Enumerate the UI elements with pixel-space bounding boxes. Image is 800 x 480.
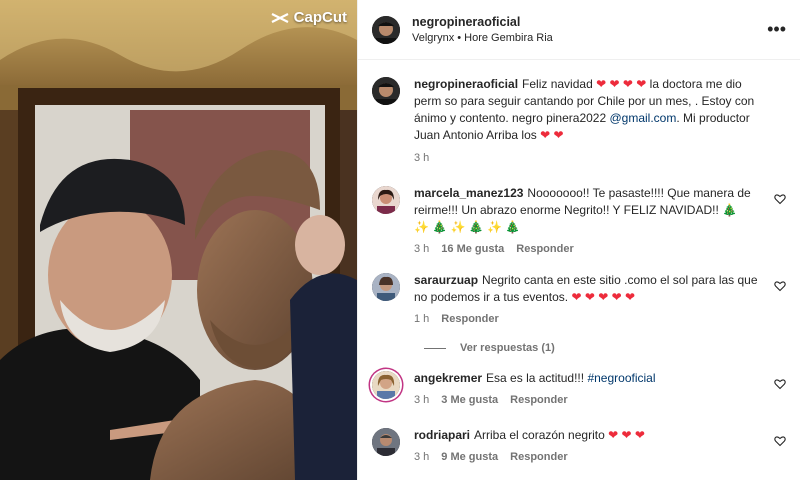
comment: marcela_manez123 Nooooooo!! Te pasaste!!!… bbox=[372, 185, 786, 258]
instagram-post: CapCut negropineraoficial Velgrynx • Hor… bbox=[0, 0, 800, 480]
heart-outline-icon[interactable] bbox=[774, 378, 786, 390]
comment-emojis: ✨ 🎄 ✨ 🎄 ✨ 🎄 bbox=[414, 220, 521, 234]
capcut-label: CapCut bbox=[293, 9, 347, 26]
caption-time[interactable]: 3 h bbox=[414, 150, 429, 167]
comment-likes[interactable]: 3 Me gusta bbox=[441, 392, 498, 409]
replies-divider-line bbox=[424, 347, 446, 349]
comment-time[interactable]: 3 h bbox=[414, 241, 429, 258]
commenter-avatar[interactable] bbox=[372, 273, 400, 301]
comment-time[interactable]: 3 h bbox=[414, 449, 429, 466]
comment: saraurzuap Negrito canta en este sitio .c… bbox=[372, 272, 786, 328]
comment-text: Arriba el corazón negrito bbox=[474, 428, 605, 442]
author-avatar[interactable] bbox=[372, 15, 400, 44]
post-header: negropineraoficial Velgrynx • Hore Gembi… bbox=[358, 0, 800, 60]
commenter-avatar[interactable] bbox=[372, 428, 400, 456]
comment-time[interactable]: 1 h bbox=[414, 311, 429, 328]
commenter-username[interactable]: saraurzuap bbox=[414, 273, 478, 287]
view-replies-button[interactable]: Ver respuestas (1) bbox=[424, 342, 786, 354]
reply-button[interactable]: Responder bbox=[510, 449, 567, 466]
caption-hearts-2: ❤ ❤ bbox=[540, 128, 564, 142]
commenter-avatar[interactable] bbox=[372, 186, 400, 214]
comment: angekremer Esa es la actitud!!! #negroofi… bbox=[372, 370, 786, 409]
comment: rodriapari Arriba el corazón negrito ❤ ❤ … bbox=[372, 427, 786, 466]
comment-hashtag[interactable]: #negrooficial bbox=[587, 371, 655, 385]
audio-track[interactable]: Velgrynx • Hore Gembira Ria bbox=[412, 32, 553, 44]
caption-hearts-1: ❤ ❤ ❤ ❤ bbox=[596, 77, 647, 91]
reply-button[interactable]: Responder bbox=[516, 241, 573, 258]
comments-list: negropineraoficial Feliz navidad ❤ ❤ ❤ ❤ … bbox=[358, 60, 800, 466]
view-replies-label: Ver respuestas (1) bbox=[460, 342, 555, 354]
capcut-logo-icon bbox=[271, 12, 289, 23]
capcut-watermark: CapCut bbox=[271, 9, 347, 26]
commenter-username[interactable]: angekremer bbox=[414, 371, 482, 385]
comment-likes[interactable]: 16 Me gusta bbox=[441, 241, 504, 258]
comment-likes[interactable]: 9 Me gusta bbox=[441, 449, 498, 466]
caption-email-link[interactable]: @gmail.com bbox=[609, 111, 676, 125]
post-side-panel: negropineraoficial Velgrynx • Hore Gembi… bbox=[357, 0, 800, 480]
caption-username[interactable]: negropineraoficial bbox=[414, 77, 518, 91]
reply-button[interactable]: Responder bbox=[510, 392, 567, 409]
post-video[interactable]: CapCut bbox=[0, 0, 357, 480]
commenter-avatar[interactable] bbox=[372, 371, 400, 399]
author-username[interactable]: negropineraoficial bbox=[412, 15, 553, 29]
caption-text-1: Feliz navidad bbox=[522, 77, 593, 91]
commenter-username[interactable]: marcela_manez123 bbox=[414, 186, 523, 200]
caption: negropineraoficial Feliz navidad ❤ ❤ ❤ ❤ … bbox=[372, 76, 786, 167]
reply-button[interactable]: Responder bbox=[441, 311, 498, 328]
more-options-icon[interactable]: ••• bbox=[767, 20, 786, 38]
heart-outline-icon[interactable] bbox=[774, 280, 786, 292]
comment-text: Esa es la actitud!!! bbox=[486, 371, 585, 385]
comment-hearts: ❤ ❤ ❤ bbox=[608, 428, 645, 442]
heart-outline-icon[interactable] bbox=[774, 193, 786, 205]
commenter-username[interactable]: rodriapari bbox=[414, 428, 470, 442]
heart-outline-icon[interactable] bbox=[774, 435, 786, 447]
comment-time[interactable]: 3 h bbox=[414, 392, 429, 409]
caption-avatar[interactable] bbox=[372, 77, 400, 105]
video-frame-image bbox=[0, 0, 357, 480]
comment-hearts: ❤ ❤ ❤ ❤ ❤ bbox=[571, 290, 636, 304]
